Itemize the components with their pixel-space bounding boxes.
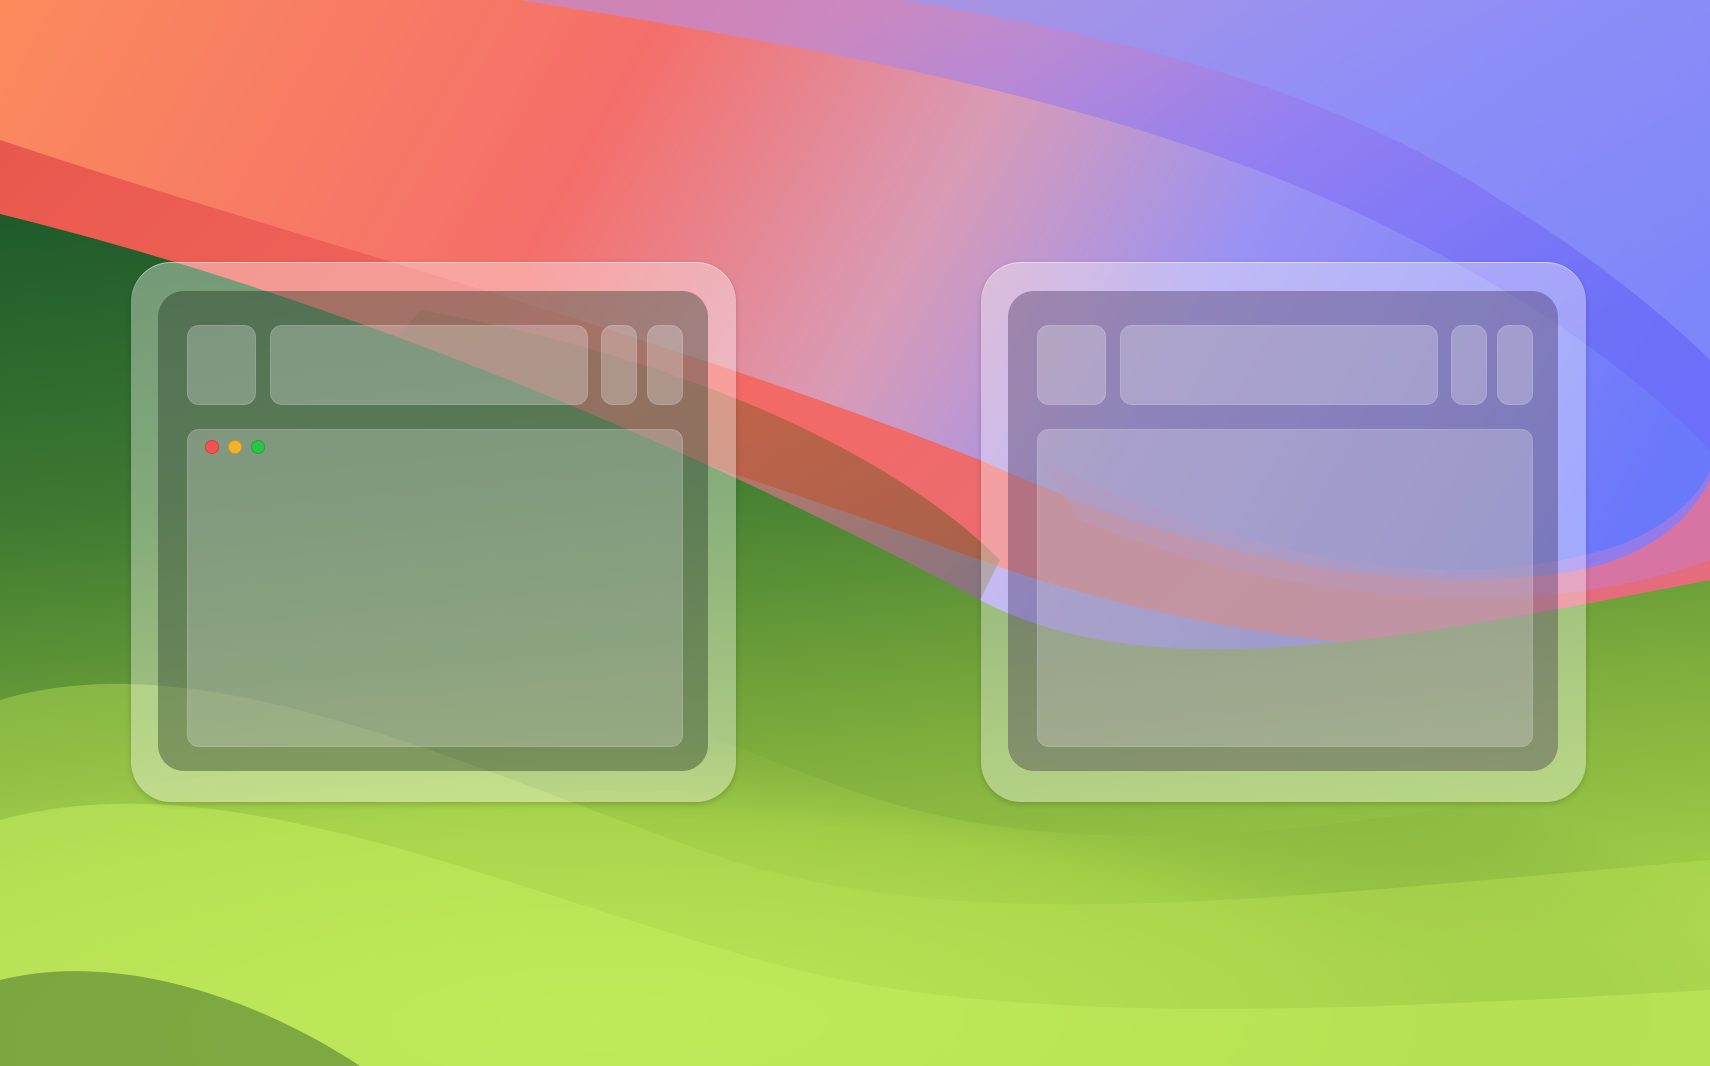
window-content [187, 429, 683, 747]
minimize-icon[interactable] [228, 440, 242, 454]
zoom-icon[interactable] [251, 440, 265, 454]
window-content [1037, 429, 1533, 747]
toolbar-block-4 [647, 325, 683, 405]
toolbar-block-4 [1497, 325, 1533, 405]
traffic-lights [205, 440, 265, 454]
toolbar-block-2 [270, 325, 588, 405]
toolbar-block-2 [1120, 325, 1438, 405]
window-body [158, 291, 708, 771]
close-icon[interactable] [205, 440, 219, 454]
desktop [0, 0, 1710, 1066]
toolbar-block-1 [187, 325, 256, 405]
toolbar-block-1 [1037, 325, 1106, 405]
window-preview-left[interactable] [131, 262, 736, 802]
window-preview-right[interactable] [981, 262, 1586, 802]
window-body [1008, 291, 1558, 771]
toolbar-block-3 [601, 325, 637, 405]
toolbar-block-3 [1451, 325, 1487, 405]
